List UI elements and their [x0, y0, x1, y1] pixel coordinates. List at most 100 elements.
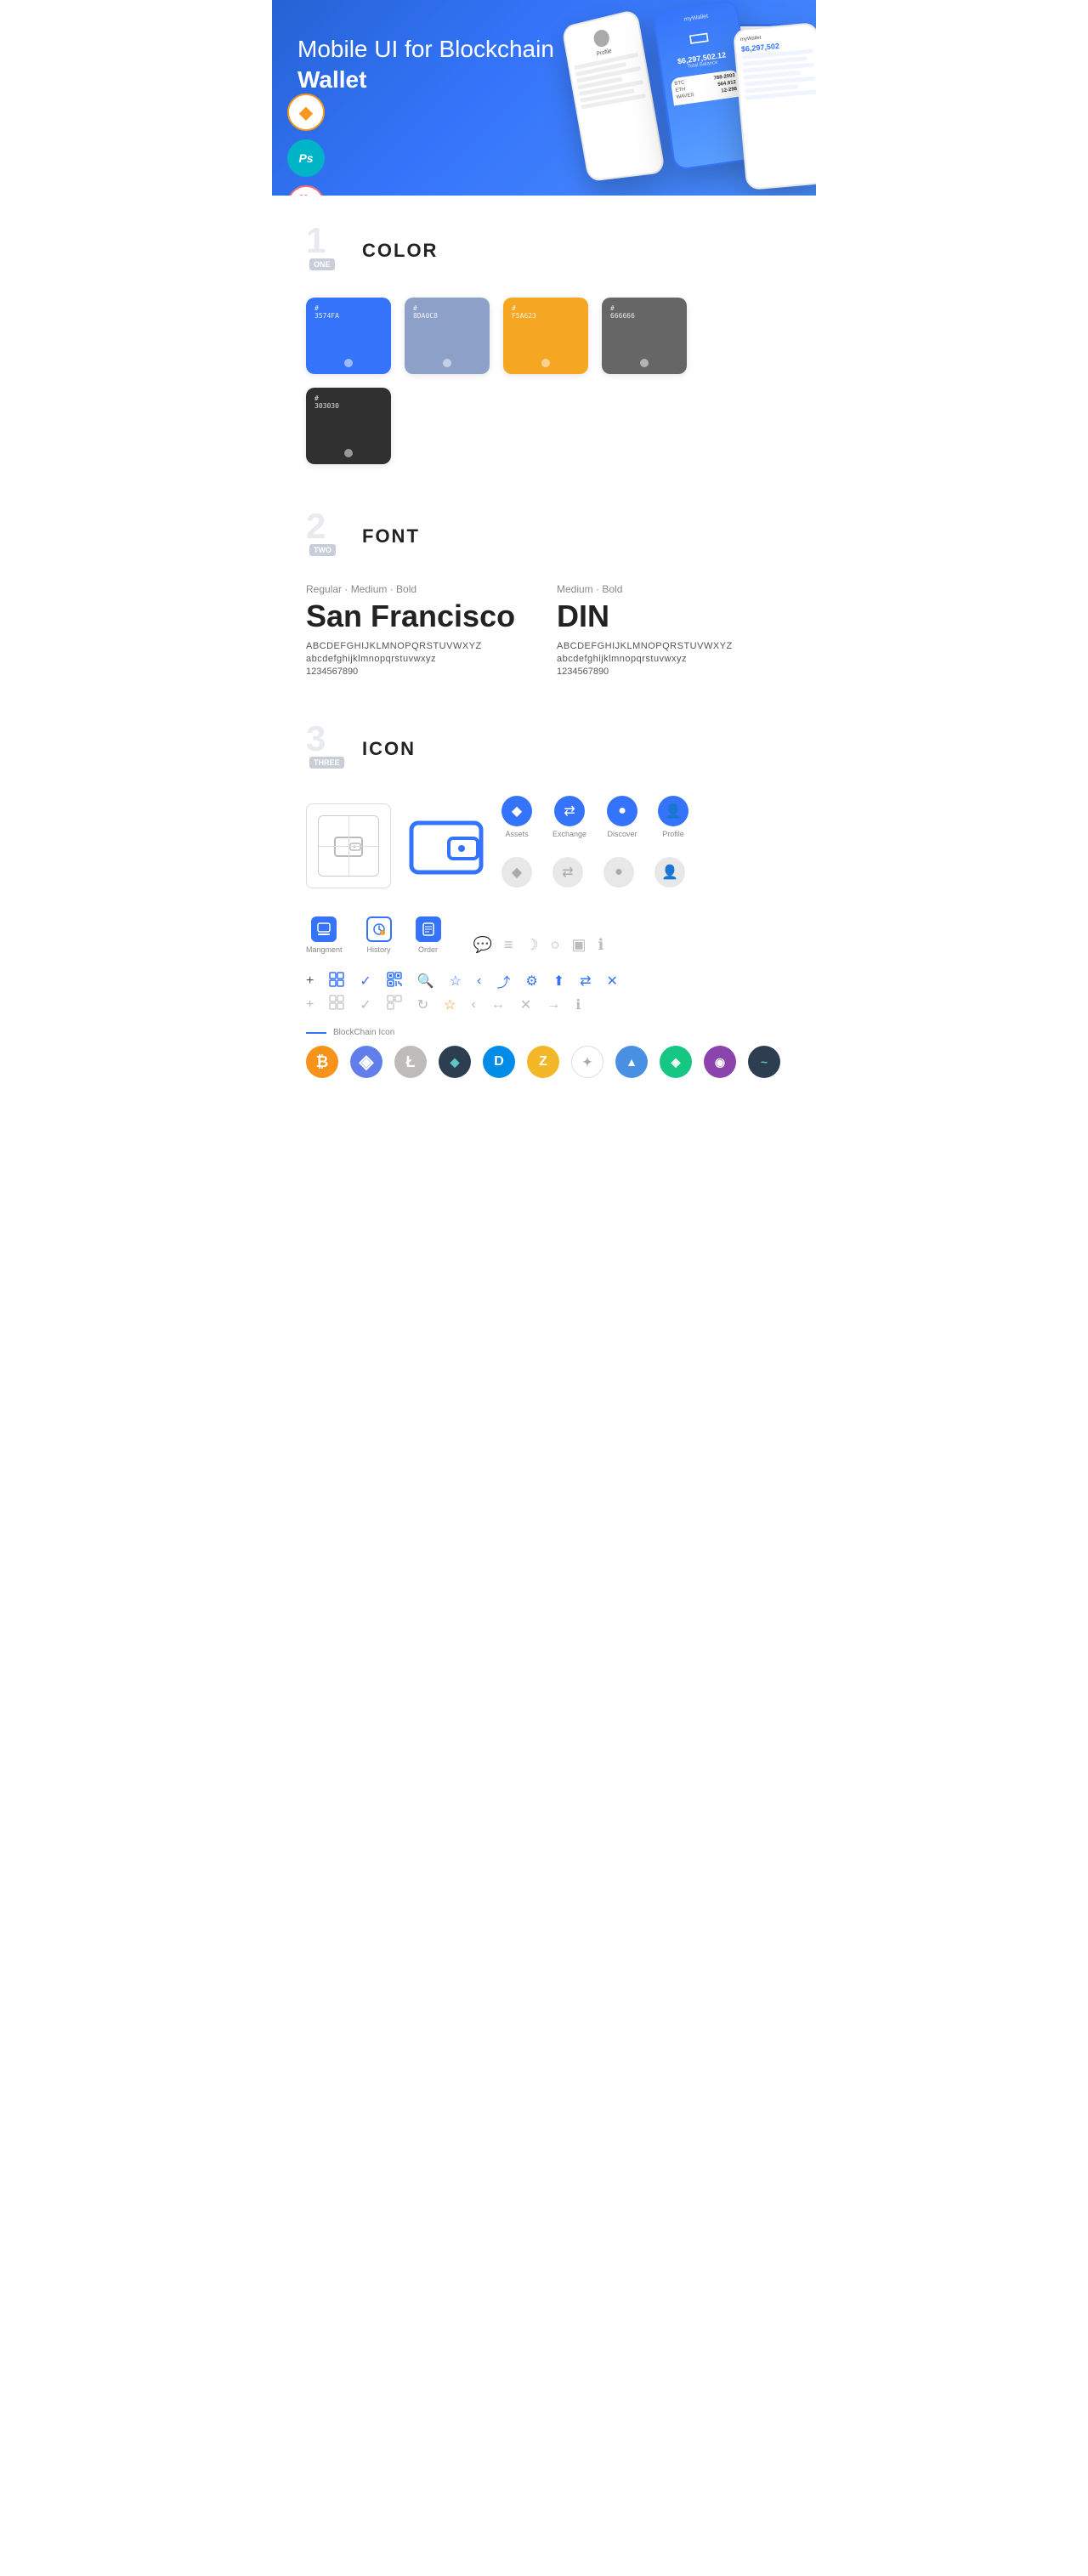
dash-icon: D	[483, 1046, 515, 1078]
profile-gray-icon: 👤	[654, 857, 685, 888]
management-icon	[311, 916, 337, 942]
icon-construction-row: ◆ Assets ⇄ Exchange ● Discover 👤 Profile	[306, 796, 782, 896]
exchange-icon-gray: ⇄	[552, 857, 583, 888]
star-icon: ☆	[450, 973, 462, 990]
color-section-header: 1 ONE COLOR	[306, 230, 782, 272]
sf-weights: Regular · Medium · Bold	[306, 583, 531, 595]
font-sanfrancisco: Regular · Medium · Bold San Francisco AB…	[306, 583, 531, 677]
discover-gray-icon: ●	[604, 857, 634, 888]
din-weights: Medium · Bold	[557, 583, 782, 595]
profile-icon: 👤	[658, 796, 688, 826]
forward-gray-icon: →	[547, 997, 560, 1013]
wallet-icon-blue-large	[408, 808, 484, 884]
qrcode-gray-icon	[387, 995, 402, 1014]
wallet-icon: ▭	[686, 21, 712, 52]
qrcode-icon	[387, 972, 402, 991]
discover-icon-gray: ●	[604, 857, 634, 888]
upload-icon: ⬆	[553, 973, 564, 990]
nav-icons-active: ◆ Assets ⇄ Exchange ● Discover 👤 Profile	[502, 796, 688, 838]
font-din: Medium · Bold DIN ABCDEFGHIJKLMNOPQRSTUV…	[557, 583, 782, 677]
din-uppercase: ABCDEFGHIJKLMNOPQRSTUVWXYZ	[557, 641, 782, 651]
blockchain-line	[306, 1032, 326, 1034]
icon-section-header: 3 THREE ICON	[306, 728, 782, 770]
check-icon: ✓	[360, 973, 371, 990]
sf-uppercase: ABCDEFGHIJKLMNOPQRSTUVWXYZ	[306, 641, 531, 651]
assets-gray-icon: ◆	[502, 857, 532, 888]
section-number-color: 1 ONE	[306, 230, 348, 272]
hero-section: Mobile UI for Blockchain Wallet UI Kit ◆…	[272, 0, 816, 196]
ps-badge: Ps	[287, 139, 325, 177]
info-icon: ℹ	[598, 936, 604, 954]
close-gray-icon: ✕	[520, 996, 531, 1013]
font-section: 2 TWO FONT Regular · Medium · Bold San F…	[272, 481, 816, 694]
back-gray-icon: ‹	[472, 997, 476, 1013]
share-icon: ⤴	[496, 971, 510, 991]
small-icons-row: 💬 ≡ ☽ ○ ▣ ℹ	[473, 936, 604, 954]
close-icon: ✕	[607, 973, 618, 990]
ethereum-icon: ◈	[350, 1046, 382, 1078]
history-icon: !	[366, 916, 392, 942]
settings-icon: ⚙	[525, 973, 537, 990]
icon-section: 3 THREE ICON	[272, 694, 816, 1095]
section-number-icon: 3 THREE	[306, 728, 348, 770]
utility-icons-inactive: + ✓ ↻ ☆ ‹ ↔ ✕ →	[306, 995, 782, 1014]
din-name: DIN	[557, 599, 782, 634]
bitcoin-icon: ₿	[306, 1046, 338, 1078]
nav-icons-inactive: ◆ ⇄ ● 👤	[502, 857, 688, 888]
order-icon-item: Order	[416, 916, 441, 954]
assets-icon-item: ◆ Assets	[502, 796, 532, 838]
font-section-header: 2 TWO FONT	[306, 515, 782, 558]
avatar	[592, 28, 610, 48]
font-title: FONT	[362, 525, 420, 548]
stratis-icon: ▲	[615, 1046, 648, 1078]
phone-mockup-3: myWallet $6,297,502	[733, 22, 816, 190]
discover-icon-item: ● Discover	[607, 796, 638, 838]
din-lowercase: abcdefghijklmnopqrstuvwxyz	[557, 654, 782, 664]
info-gray-icon: ℹ	[575, 996, 581, 1013]
swatch-grayblue: #8DA0C8	[405, 298, 490, 374]
utility-icons-active: + ✓	[306, 971, 782, 991]
phone-mockups: Profile myWallet ▭ $6,297,502.12 Tot	[493, 0, 816, 196]
color-swatches: #3574FA #8DA0C8 #F5A623 #666666 #303030	[306, 298, 782, 464]
swatch-orange: #F5A623	[503, 298, 588, 374]
moon-icon: ☽	[524, 936, 538, 954]
back-icon: ‹	[477, 973, 481, 989]
blackcoin-icon: ◆	[439, 1046, 471, 1078]
plus-gray-icon: +	[306, 997, 314, 1013]
wallet-icon-blue-wrap	[408, 808, 484, 884]
assets-icon-gray: ◆	[502, 857, 532, 888]
sf-lowercase: abcdefghijklmnopqrstuvwxyz	[306, 654, 531, 664]
litecoin-icon: Ł	[394, 1046, 427, 1078]
waves-icon: ~	[748, 1046, 780, 1078]
section-number-font: 2 TWO	[306, 515, 348, 558]
screens-badge: 60+Screens	[287, 185, 325, 196]
plus-icon: +	[306, 973, 314, 989]
color-section: 1 ONE COLOR #3574FA #8DA0C8 #F5A623 #666…	[272, 196, 816, 481]
history-icon-item: ! History	[366, 916, 392, 954]
profile-icon-item: 👤 Profile	[658, 796, 688, 838]
iota-icon: ✦	[571, 1046, 604, 1078]
grid-plus-icon	[329, 972, 344, 991]
management-icon-item: Mangment	[306, 916, 343, 954]
icon-grid-outer	[306, 803, 391, 888]
matic-icon: ◉	[704, 1046, 736, 1078]
hero-badges: ◆ Ps 60+Screens	[287, 94, 325, 196]
exchange-icon-item: ⇄ Exchange	[552, 796, 586, 838]
font-grid: Regular · Medium · Bold San Francisco AB…	[306, 583, 782, 677]
blockchain-text: BlockChain Icon	[333, 1028, 394, 1037]
check-gray-icon: ✓	[360, 996, 371, 1013]
share-gray-icon: ↔	[491, 997, 505, 1013]
stack-icon: ≡	[504, 936, 513, 954]
star-gray-icon: ☆	[444, 996, 456, 1013]
sketch-badge: ◆	[287, 94, 325, 131]
zcash-icon: Z	[527, 1046, 559, 1078]
swap-icon: ⇄	[580, 973, 591, 990]
circle-icon: ○	[551, 936, 560, 954]
swatch-gray: #666666	[602, 298, 687, 374]
sf-name: San Francisco	[306, 599, 531, 634]
swatch-blue: #3574FA	[306, 298, 391, 374]
grid-gray-icon	[329, 995, 344, 1014]
exchange-icon: ⇄	[554, 796, 585, 826]
search-gray-icon: ↻	[417, 996, 428, 1013]
sf-numbers: 1234567890	[306, 667, 531, 677]
